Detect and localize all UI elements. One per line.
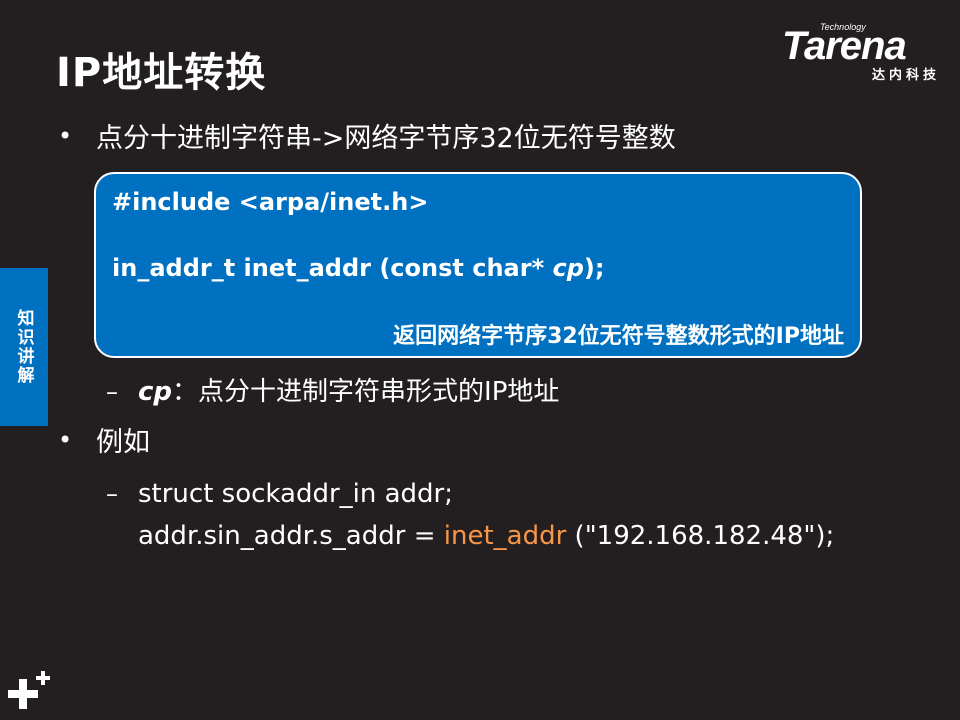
example-assign: addr.sin_addr.s_addr =: [138, 521, 444, 551]
param-description: cp：点分十进制字符串形式的IP地址: [138, 376, 559, 408]
param-name: cp: [138, 377, 173, 407]
knowledge-tab-label: 知识讲解: [13, 309, 34, 385]
dash-icon: –: [106, 480, 118, 508]
knowledge-tab: 知识讲解: [0, 268, 48, 426]
bullet-icon: •: [58, 122, 73, 150]
bullet-icon: •: [58, 426, 73, 454]
param-text: ：点分十进制字符串形式的IP地址: [172, 377, 560, 407]
tarena-logo: Technology Tarena 达内科技: [782, 22, 944, 84]
example-line-2: addr.sin_addr.s_addr = inet_addr ("192.1…: [138, 520, 834, 552]
include-line: #include <arpa/inet.h>: [112, 188, 429, 216]
plus-decoration-icon: [8, 671, 50, 709]
example-line-1: struct sockaddr_in addr;: [138, 479, 453, 509]
bullet-conversion-desc: 点分十进制字符串->网络字节序32位无符号整数: [96, 123, 676, 154]
prototype-param: cp: [552, 254, 584, 282]
slide-title: IP地址转换: [56, 50, 267, 96]
bullet-example: 例如: [96, 427, 150, 458]
logo-sub-text: 达内科技: [871, 68, 940, 83]
logo-brand-text: Tarena: [782, 24, 907, 68]
example-args: ("192.168.182.48");: [566, 521, 835, 551]
return-description: 返回网络字节序32位无符号整数形式的IP地址: [393, 324, 844, 349]
function-prototype: in_addr_t inet_addr (const char* cp);: [112, 254, 604, 282]
example-func: inet_addr: [443, 521, 567, 551]
function-signature-box: #include <arpa/inet.h> in_addr_t inet_ad…: [94, 172, 862, 358]
prototype-suffix: );: [583, 254, 605, 282]
prototype-prefix: in_addr_t inet_addr (const char*: [112, 254, 553, 282]
dash-icon: –: [106, 378, 118, 406]
